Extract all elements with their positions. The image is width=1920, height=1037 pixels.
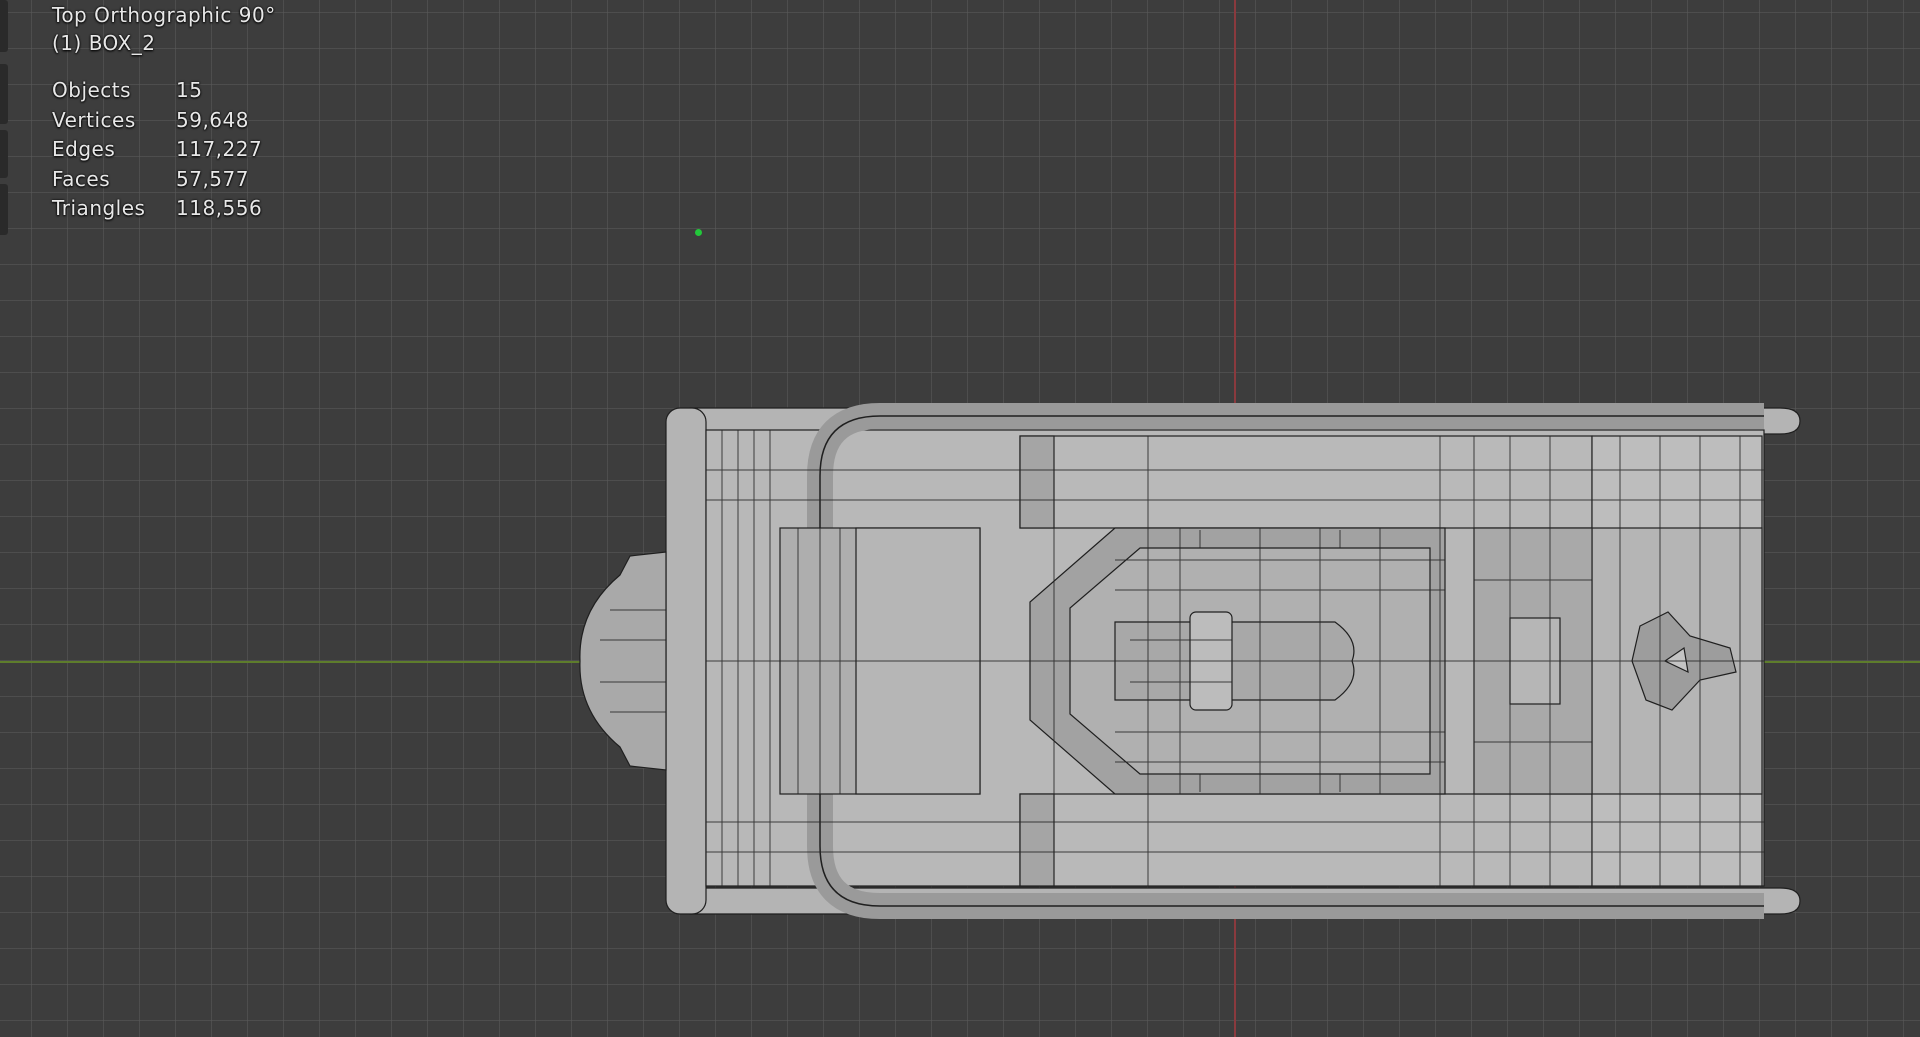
stat-value: 15 [176, 78, 203, 102]
3d-viewport[interactable] [0, 0, 1920, 1037]
stat-row-faces: Faces 57,577 [52, 165, 276, 195]
side-panel-bottom [1019, 793, 1593, 887]
stat-row-vertices: Vertices 59,648 [52, 106, 276, 136]
stat-label: Vertices [52, 107, 136, 132]
box-model-mesh[interactable] [0, 0, 1920, 1037]
stat-row-objects: Objects 15 [52, 76, 276, 106]
view-name: Top Orthographic 90° [52, 3, 276, 27]
side-panel-top [1019, 435, 1593, 529]
stat-label: Edges [52, 137, 116, 161]
stat-row-triangles: Triangles 118,556 [52, 194, 276, 224]
stat-label: Triangles [52, 196, 146, 220]
scene-statistics: Objects 15 Vertices 59,648 Edges 117,227… [52, 76, 276, 224]
stat-value: 118,556 [176, 196, 263, 220]
stat-label: Faces [52, 166, 111, 191]
left-bumper [665, 407, 707, 915]
stat-row-edges: Edges 117,227 [52, 135, 276, 165]
active-object-label: (1) BOX_2 [52, 31, 156, 55]
stat-value: 59,648 [176, 107, 249, 132]
stat-label: Objects [52, 78, 132, 102]
front-nozzle [579, 551, 667, 771]
viewport-text-overlay: Top Orthographic 90° (1) BOX_2 Objects 1… [52, 0, 276, 224]
stat-value: 117,227 [176, 137, 263, 161]
stat-value: 57,577 [176, 166, 249, 191]
